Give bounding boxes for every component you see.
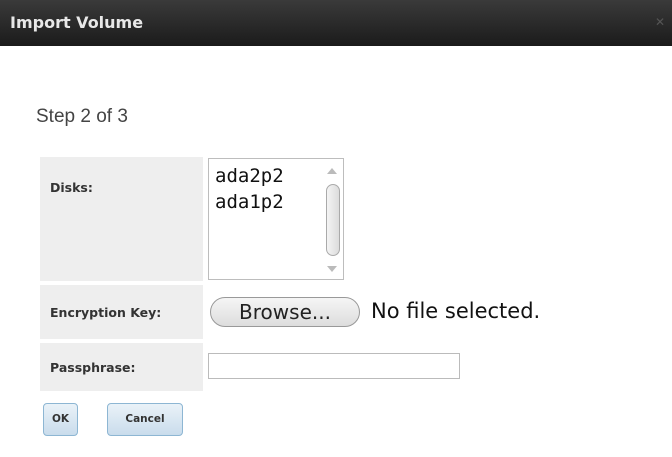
disks-listbox[interactable]: ada2p2 ada1p2	[208, 158, 344, 280]
close-icon[interactable]: ✕	[654, 16, 666, 28]
encryption-key-label-cell: Encryption Key:	[40, 285, 203, 339]
scroll-down-arrow-icon[interactable]	[327, 266, 337, 272]
disk-option[interactable]: ada1p2	[215, 191, 284, 213]
disks-label-cell: Disks:	[40, 157, 203, 281]
encryption-key-label: Encryption Key:	[50, 305, 162, 320]
disks-label: Disks:	[50, 180, 93, 195]
cancel-button[interactable]: Cancel	[107, 403, 183, 436]
step-indicator: Step 2 of 3	[36, 106, 128, 127]
dialog-title: Import Volume	[10, 13, 144, 32]
passphrase-label-cell: Passphrase:	[40, 343, 203, 391]
scroll-up-arrow-icon[interactable]	[327, 168, 337, 174]
ok-button[interactable]: OK	[43, 403, 78, 436]
file-status-text: No file selected.	[371, 299, 541, 323]
browse-button[interactable]: Browse...	[210, 297, 360, 327]
dialog-titlebar: Import Volume ✕	[0, 0, 672, 46]
passphrase-label: Passphrase:	[50, 360, 136, 375]
passphrase-input[interactable]	[208, 353, 460, 379]
scrollbar-thumb[interactable]	[326, 184, 340, 256]
disk-option[interactable]: ada2p2	[215, 165, 284, 187]
disks-scrollbar[interactable]	[323, 160, 342, 278]
